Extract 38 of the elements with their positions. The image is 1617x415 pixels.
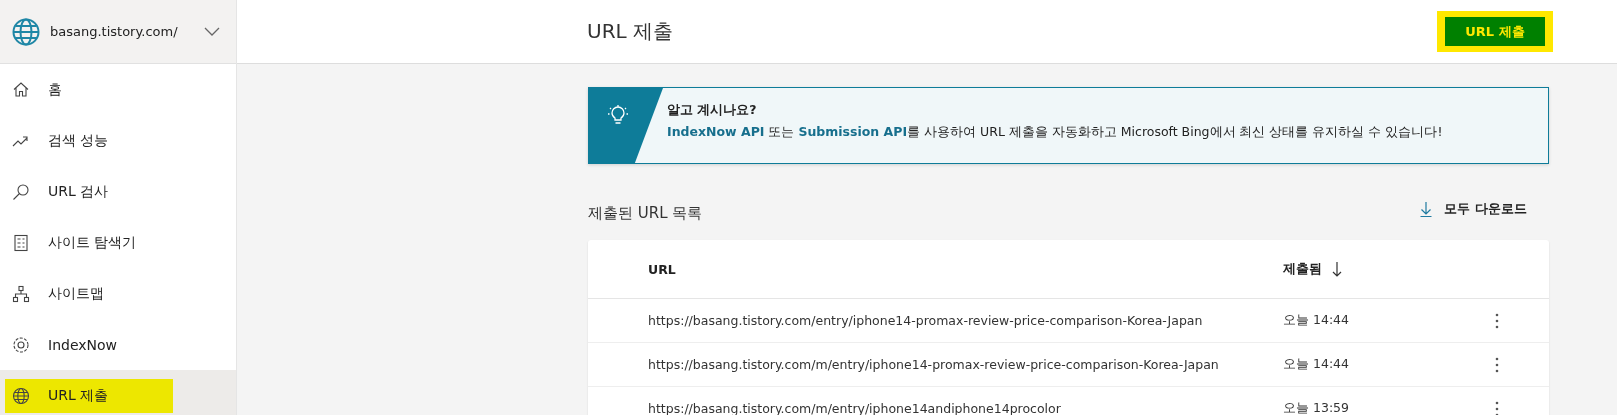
settings-icon (12, 335, 30, 354)
column-header[interactable]: URL (648, 261, 1283, 277)
sitemap-icon (12, 284, 30, 303)
nav-item[interactable]: 사이트 탐색기 (5, 225, 173, 260)
banner-text: IndexNow API 또는 Submission API를 사용하여 URL 제출을 자동화하고 Microsoft Bing에서 최신 상태를 유지하실 수 있습니다! (667, 124, 1443, 141)
table-cell-text: 오늘 14:44 (1283, 312, 1350, 329)
page-title: URL 제출 (587, 18, 675, 45)
nav-item[interactable]: 검색 성능 (5, 123, 173, 158)
nav-item[interactable]: 사이트맵 (5, 276, 173, 311)
globe-icon (12, 17, 40, 46)
search-icon (12, 182, 30, 201)
download-icon (1420, 201, 1433, 217)
submission-api-link[interactable]: Submission API (798, 124, 908, 139)
home-icon (12, 80, 30, 99)
more-icon[interactable] (1495, 356, 1499, 373)
nav-item[interactable]: URL 검사 (5, 174, 173, 209)
nav-item[interactable]: IndexNow (5, 327, 173, 362)
table-cell-text: https://basang.tistory.com/m/entry/iphone14-promax-review-price-comparison-Korea-Japan (648, 357, 1220, 372)
submit-url-button[interactable]: URL 제출 (1445, 17, 1545, 46)
more-icon[interactable] (1495, 312, 1499, 329)
site-picker[interactable]: basang.tistory.com/ (0, 0, 236, 64)
section-title: 제출된 URL 목록 (588, 203, 703, 223)
download-all-button[interactable]: 모두 다운로드 (1414, 199, 1533, 219)
table-cell-text: 오늘 14:44 (1283, 356, 1350, 373)
table-cell-text: https://basang.tistory.com/entry/iphone14-promax-review-price-comparison-Korea-Japan (648, 313, 1204, 328)
sort-arrow-icon[interactable] (1332, 261, 1342, 277)
table-cell-text: https://basang.tistory.com/m/entry/iphone14andiphone14procolor (648, 401, 1062, 415)
table-cell-text: 오늘 13:59 (1283, 400, 1350, 415)
column-header[interactable]: 제출됨 (1283, 260, 1322, 278)
globe-icon (12, 386, 30, 405)
checklist-icon (12, 233, 30, 252)
nav-item[interactable]: 홈 (5, 72, 173, 107)
banner-title: 알고 계시나요? (667, 102, 758, 119)
more-icon[interactable] (1495, 400, 1499, 415)
chevron-down-icon (204, 27, 220, 36)
nav-item[interactable]: URL 제출 (5, 378, 173, 413)
lightbulb-icon (607, 103, 629, 126)
indexnow-api-link[interactable]: IndexNow API (667, 124, 765, 139)
